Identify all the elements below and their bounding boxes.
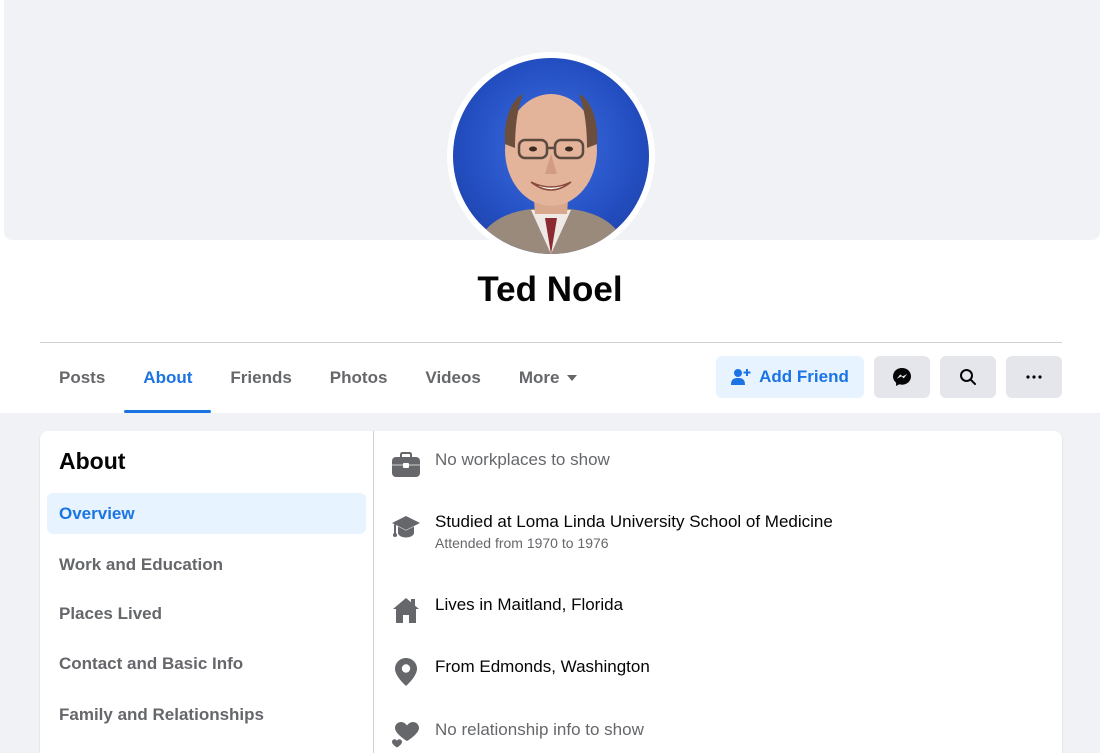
sidebar-item-overview[interactable]: Overview	[47, 493, 366, 534]
sidebar-item-family-relationships[interactable]: Family and Relationships	[47, 694, 366, 735]
graduation-cap-icon	[390, 511, 422, 543]
more-options-button[interactable]	[1006, 356, 1062, 398]
profile-actions: Add Friend	[716, 356, 1062, 398]
relationship-text: No relationship info to show	[435, 720, 644, 739]
add-person-icon	[731, 369, 751, 385]
avatar-portrait	[473, 94, 629, 254]
tab-videos[interactable]: Videos	[406, 344, 499, 412]
current-city-row: Lives in Maitland, Florida	[390, 594, 623, 626]
briefcase-icon	[390, 449, 422, 481]
sidebar-item-contact-info[interactable]: Contact and Basic Info	[47, 643, 366, 684]
profile-picture[interactable]	[447, 52, 655, 260]
ellipsis-icon	[1026, 375, 1042, 379]
education-row: Studied at Loma Linda University School …	[390, 511, 833, 552]
caret-down-icon	[567, 375, 578, 381]
tab-photos[interactable]: Photos	[311, 344, 407, 412]
relationship-row: No relationship info to show	[390, 719, 644, 751]
hearts-icon	[390, 719, 422, 751]
profile-tabs: Posts About Friends Photos Videos More	[40, 344, 597, 413]
tab-more-label: More	[518, 368, 560, 387]
sidebar-item-work-education[interactable]: Work and Education	[47, 544, 366, 585]
workplace-text: No workplaces to show	[435, 450, 610, 469]
about-title: About	[59, 448, 126, 474]
header-divider	[40, 342, 1062, 343]
house-icon	[390, 594, 422, 626]
about-card: About Overview Work and Education Places…	[40, 431, 1062, 753]
messenger-icon	[893, 368, 911, 386]
search-icon	[960, 369, 976, 385]
workplace-row: No workplaces to show	[390, 449, 610, 481]
education-text[interactable]: Studied at Loma Linda University School …	[435, 511, 833, 533]
tab-posts[interactable]: Posts	[40, 344, 124, 412]
hometown-row: From Edmonds, Washington	[390, 656, 650, 688]
education-detail: Attended from 1970 to 1976	[435, 535, 609, 551]
tab-more[interactable]: More	[500, 344, 597, 412]
profile-name: Ted Noel	[477, 270, 623, 309]
about-sidebar: About Overview Work and Education Places…	[40, 431, 374, 753]
about-overview: No workplaces to show Studied at Loma Li…	[390, 431, 1062, 753]
location-pin-icon	[390, 656, 422, 688]
current-city-text[interactable]: Lives in Maitland, Florida	[435, 594, 623, 616]
hometown-text[interactable]: From Edmonds, Washington	[435, 656, 650, 678]
search-button[interactable]	[940, 356, 996, 398]
add-friend-button[interactable]: Add Friend	[716, 356, 864, 398]
avatar[interactable]	[453, 58, 649, 254]
message-button[interactable]	[874, 356, 930, 398]
sidebar-item-places-lived[interactable]: Places Lived	[47, 593, 366, 634]
tab-about[interactable]: About	[124, 344, 212, 413]
tab-friends[interactable]: Friends	[211, 344, 310, 412]
add-friend-label: Add Friend	[759, 367, 849, 386]
